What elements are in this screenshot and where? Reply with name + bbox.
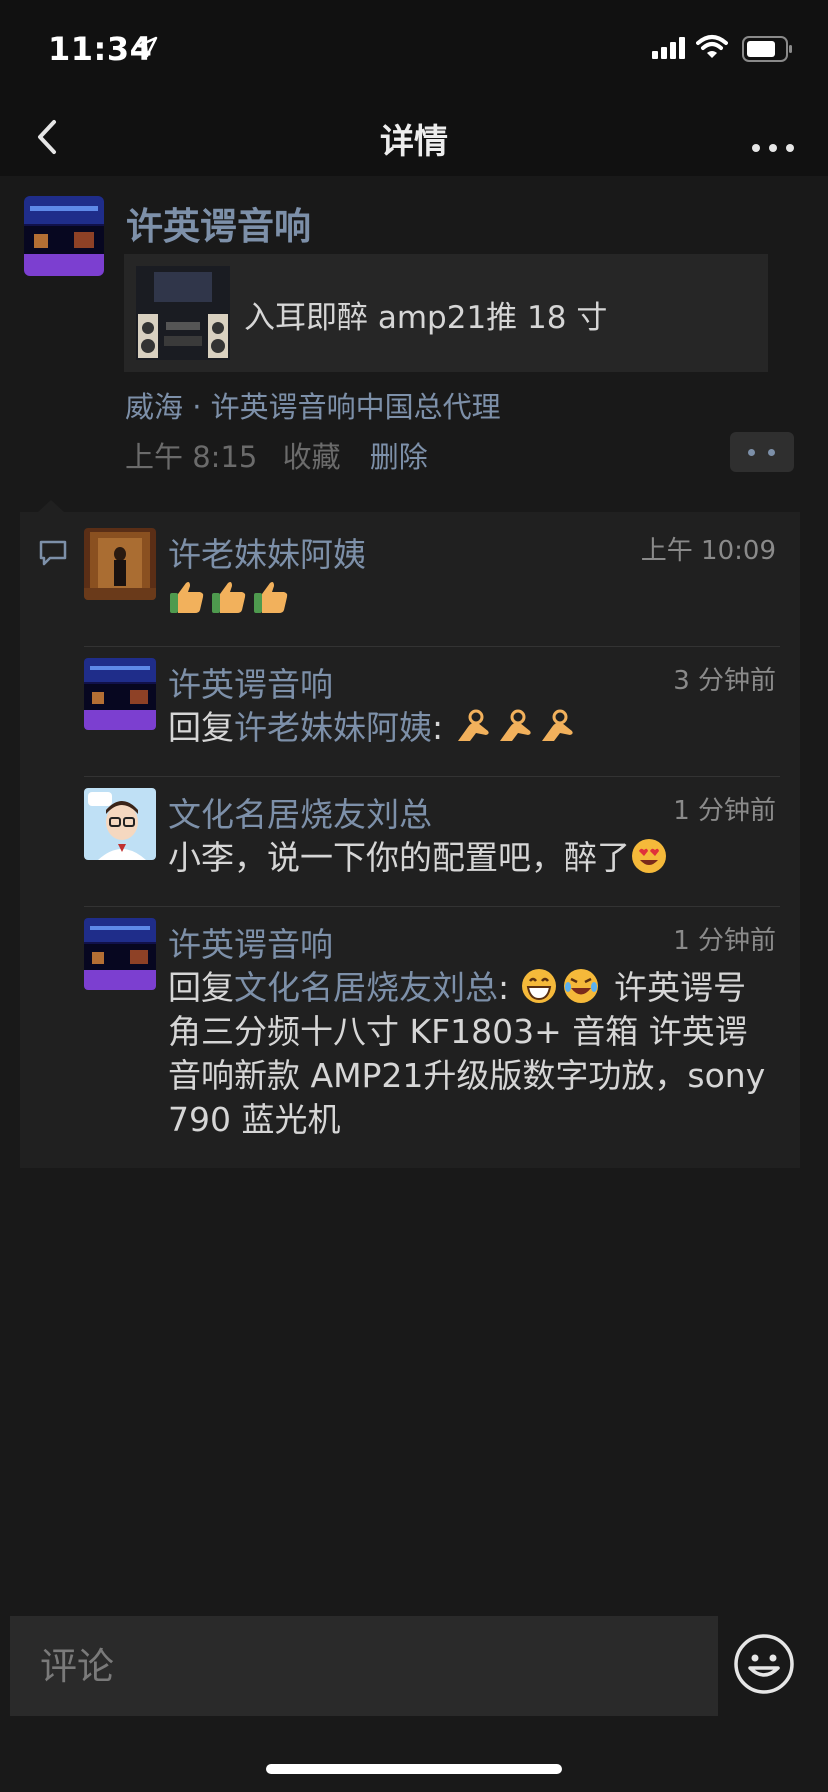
comment-text: 小李，说一下你的配置吧，醉了 bbox=[168, 836, 768, 880]
commenter-avatar[interactable] bbox=[84, 658, 156, 730]
comment-text: 回复文化名居烧友刘总: 许英谔号角三分频十八寸 KF1803+ 音箱 许英谔音响… bbox=[168, 966, 768, 1142]
dot-icon bbox=[748, 449, 755, 456]
link-thumbnail bbox=[136, 266, 230, 360]
post-location[interactable]: 威海 · 许英谔音响中国总代理 bbox=[125, 384, 501, 426]
favorite-link[interactable]: 收藏 bbox=[283, 440, 341, 474]
comment-item[interactable]: 许老妹妹阿姨 上午 10:09 bbox=[84, 528, 784, 618]
comment-panel-caret bbox=[38, 500, 64, 512]
thumbs-up-icon bbox=[170, 582, 204, 613]
commenter-name[interactable]: 许英谔音响 bbox=[168, 658, 333, 706]
commenter-name[interactable]: 文化名居烧友刘总 bbox=[168, 788, 432, 836]
comment-item[interactable]: 许英谔音响 3 分钟前 回复许老妹妹阿姨: bbox=[84, 658, 784, 754]
reply-body: : bbox=[432, 708, 444, 747]
reply-target-name[interactable]: 文化名居烧友刘总 bbox=[234, 968, 498, 1007]
post-author-name[interactable]: 许英谔音响 bbox=[126, 196, 311, 250]
reply-colon: : bbox=[498, 968, 520, 1007]
comment-text bbox=[168, 576, 768, 620]
thumbs-up-icon bbox=[212, 582, 246, 613]
dot-icon bbox=[768, 449, 775, 456]
comment-item[interactable]: 文化名居烧友刘总 1 分钟前 小李，说一下你的配置吧，醉了 bbox=[84, 788, 784, 884]
commenter-avatar[interactable] bbox=[84, 918, 156, 990]
reply-prefix: 回复 bbox=[168, 968, 234, 1007]
reply-target-name[interactable]: 许老妹妹阿姨 bbox=[234, 708, 432, 747]
status-bar: 11:34 bbox=[0, 0, 828, 96]
comment-divider bbox=[84, 906, 780, 907]
post-time: 上午 8:15 bbox=[125, 440, 258, 474]
ok-hand-icon bbox=[457, 709, 489, 741]
post-author-avatar[interactable] bbox=[24, 196, 104, 276]
commenter-avatar[interactable] bbox=[84, 788, 156, 860]
grinning-face-icon bbox=[521, 969, 556, 1003]
comment-divider bbox=[84, 776, 780, 777]
page-title: 详情 bbox=[380, 122, 448, 162]
navigation-bar: 详情 bbox=[0, 96, 828, 176]
wifi-icon bbox=[696, 35, 728, 58]
location-arrow-icon bbox=[136, 36, 158, 58]
thumbs-up-icon bbox=[254, 582, 288, 613]
link-title: 入耳即醉 amp21推 18 寸 bbox=[244, 300, 608, 336]
ok-hand-icon bbox=[499, 709, 531, 741]
comment-body: 小李，说一下你的配置吧，醉了 bbox=[168, 838, 630, 877]
shared-link-card[interactable]: 入耳即醉 amp21推 18 寸 bbox=[124, 254, 768, 372]
comment-time: 1 分钟前 bbox=[673, 796, 776, 826]
heart-eyes-icon bbox=[632, 839, 666, 873]
moment-detail-screen: 11:34 详情 许英谔音响 入耳即醉 amp21推 18 寸 威海 · 许英谔… bbox=[0, 0, 828, 1792]
post-meta: 上午 8:15 收藏 删除 bbox=[125, 434, 428, 476]
more-options-icon[interactable] bbox=[748, 112, 798, 162]
comment-item[interactable]: 许英谔音响 1 分钟前 回复文化名居烧友刘总: 许英谔号角三分频十八寸 KF18… bbox=[84, 918, 784, 1148]
reply-prefix: 回复 bbox=[168, 708, 234, 747]
comment-divider bbox=[84, 646, 780, 647]
ok-hand-icon bbox=[541, 709, 573, 741]
cellular-signal-icon bbox=[652, 37, 685, 59]
comment-time: 3 分钟前 bbox=[673, 666, 776, 696]
comment-input[interactable] bbox=[10, 1616, 718, 1716]
commenter-name[interactable]: 许英谔音响 bbox=[168, 918, 333, 966]
battery-icon bbox=[742, 36, 792, 62]
like-comment-button[interactable] bbox=[730, 432, 794, 472]
comment-bubble-icon bbox=[39, 540, 67, 566]
comment-text: 回复许老妹妹阿姨: bbox=[168, 706, 768, 750]
commenter-avatar[interactable] bbox=[84, 528, 156, 600]
commenter-name[interactable]: 许老妹妹阿姨 bbox=[168, 528, 366, 576]
comment-time: 1 分钟前 bbox=[673, 926, 776, 956]
rolling-laughing-icon bbox=[563, 969, 598, 1003]
emoji-picker-icon[interactable] bbox=[732, 1632, 796, 1696]
delete-link[interactable]: 删除 bbox=[370, 440, 428, 474]
home-indicator[interactable] bbox=[266, 1764, 562, 1774]
comment-time: 上午 10:09 bbox=[640, 536, 776, 566]
